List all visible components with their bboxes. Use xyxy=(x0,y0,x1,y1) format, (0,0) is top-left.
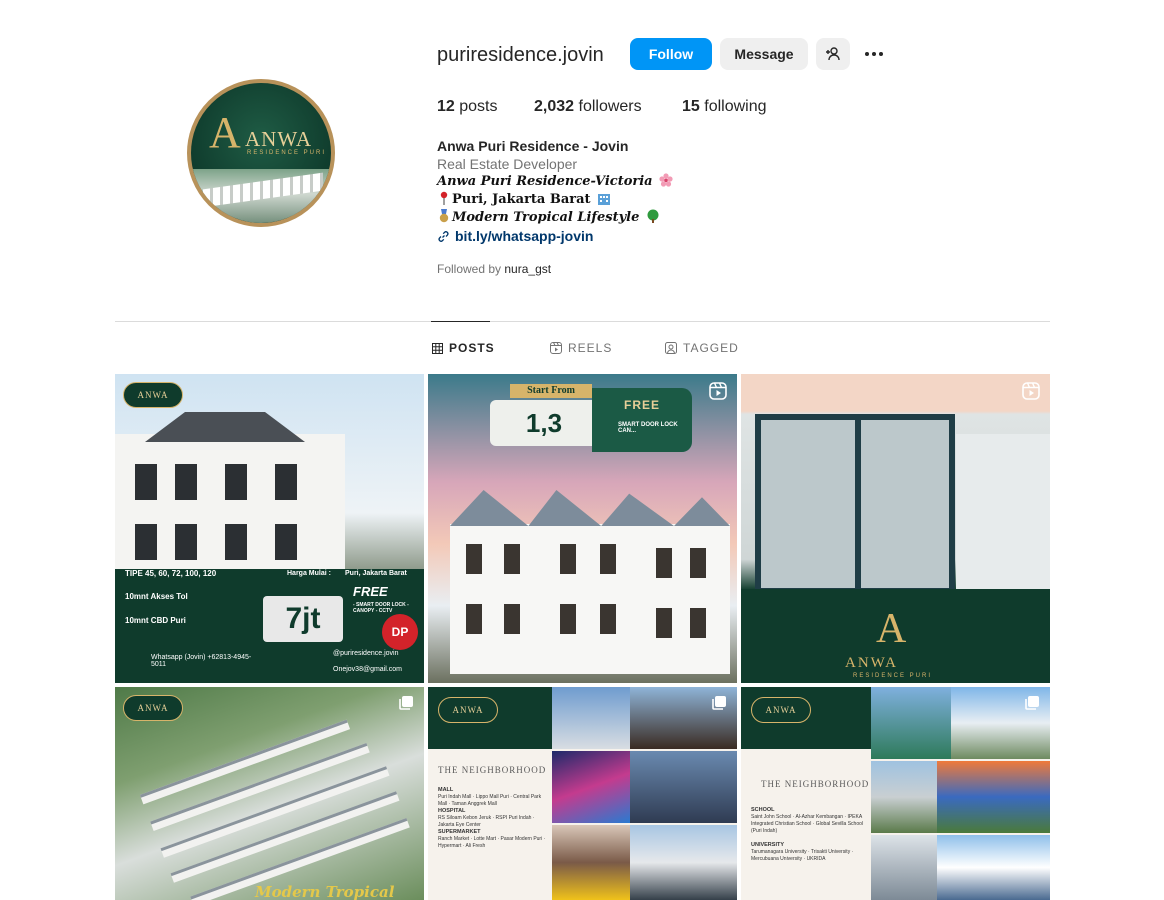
post-tile[interactable]: ANWA TIPE 45, 60, 72, 100, 120 10mnt Aks… xyxy=(115,374,424,683)
avatar-houses-image xyxy=(191,169,331,223)
bio-line-3: Modern Tropical Lifestyle xyxy=(437,209,660,227)
cherry-blossom-icon xyxy=(659,173,673,187)
more-options-button[interactable] xyxy=(860,40,888,68)
post-neighborhood-list: MALL Puri Indah Mall · Lippo Mall Puri ·… xyxy=(438,787,546,849)
tab-reels[interactable]: REELS xyxy=(550,341,612,355)
post-photo xyxy=(630,751,737,823)
posts-count: 12 posts xyxy=(437,98,498,115)
post-price: 1,3 xyxy=(490,400,598,446)
post-photo xyxy=(937,835,1050,900)
avatar-logo: A ANWA RESIDENCE PURI xyxy=(187,79,335,227)
bio-link[interactable]: bit.ly/whatsapp-jovin xyxy=(437,227,593,245)
followers-count[interactable]: 2,032 followers xyxy=(534,98,642,116)
post-email: Onejov38@gmail.com xyxy=(333,666,402,673)
post-neighborhood-list: SCHOOL Saint John School · Al-Azhar Kemb… xyxy=(751,807,864,862)
message-button[interactable]: Message xyxy=(720,38,808,70)
post-toll-text: 10mnt Akses Tol xyxy=(125,592,188,601)
tab-posts[interactable]: POSTS xyxy=(432,341,495,355)
tree-icon xyxy=(647,209,659,223)
post-tile[interactable]: ANWA THE NEIGHBORHOOD SCHOOL Saint John … xyxy=(741,687,1050,900)
post-brand-logo: ANWA xyxy=(123,695,183,721)
post-photo xyxy=(871,687,951,759)
active-tab-indicator xyxy=(431,321,490,322)
profile-avatar[interactable]: A ANWA RESIDENCE PURI xyxy=(187,79,335,227)
building-icon xyxy=(598,194,611,205)
reel-icon xyxy=(709,382,727,400)
followed-by[interactable]: Followed by nura_gst xyxy=(437,262,551,276)
post-cbd-text: 10mnt CBD Puri xyxy=(125,616,186,625)
bio-category: Real Estate Developer xyxy=(437,156,578,172)
post-tile[interactable]: ANWA THE NEIGHBORHOOD MALL Puri Indah Ma… xyxy=(428,687,737,900)
post-house-image xyxy=(115,434,345,584)
post-brand-panel: ANWA xyxy=(741,687,871,749)
post-tile[interactable]: A ANWA RESIDENCE PURI xyxy=(741,374,1050,683)
avatar-logo-sub: RESIDENCE PURI xyxy=(247,150,327,156)
post-neighborhood-title: THE NEIGHBORHOOD xyxy=(438,765,547,775)
bio-name: Anwa Puri Residence - Jovin xyxy=(437,138,629,154)
bio-line-2: Puri, Jakarta Barat xyxy=(437,191,611,209)
grid-icon xyxy=(432,342,443,354)
add-user-icon xyxy=(826,47,840,61)
post-price: 7jt xyxy=(263,596,343,642)
more-options-icon xyxy=(864,52,885,56)
post-harga-label: Harga Mulai : xyxy=(287,570,331,577)
post-brand-panel: ANWA xyxy=(428,687,552,749)
post-type-line: TIPE 45, 60, 72, 100, 120 xyxy=(125,569,217,578)
following-count[interactable]: 15 following xyxy=(682,98,767,116)
tab-tagged[interactable]: TAGGED xyxy=(665,341,739,355)
post-free-panel: FREE SMART DOOR LOCK CAN... xyxy=(592,388,692,452)
post-tile[interactable]: Start From 1,3 FREE SMART DOOR LOCK CAN.… xyxy=(428,374,737,683)
suggest-user-button[interactable] xyxy=(816,38,850,70)
post-photo xyxy=(871,835,937,900)
post-neighborhood-title: THE NEIGHBORHOOD xyxy=(761,779,870,789)
carousel-icon xyxy=(399,696,413,710)
post-brand-panel: A ANWA RESIDENCE PURI xyxy=(741,589,1050,683)
reel-icon xyxy=(1022,382,1040,400)
post-location: Puri, Jakarta Barat xyxy=(345,570,407,577)
tabs-divider xyxy=(115,321,1050,322)
avatar-logo-word: ANWA xyxy=(245,127,312,151)
avatar-logo-letter: A xyxy=(209,108,241,157)
carousel-icon xyxy=(712,696,726,710)
carousel-icon xyxy=(1025,696,1039,710)
medal-icon xyxy=(439,209,449,223)
reels-icon xyxy=(550,342,562,354)
post-photo xyxy=(937,761,1050,833)
follow-button[interactable]: Follow xyxy=(630,38,712,70)
post-free-items: - SMART DOOR LOCK - CANOPY - CCTV xyxy=(353,602,409,614)
post-building-image xyxy=(450,524,730,674)
post-photo xyxy=(871,761,937,833)
post-window-image xyxy=(755,414,955,594)
tagged-icon xyxy=(665,342,677,354)
link-icon xyxy=(438,230,449,242)
post-brand-logo: ANWA xyxy=(751,697,811,723)
profile-username: puriresidence.jovin xyxy=(437,44,604,66)
post-brand-logo: ANWA xyxy=(123,382,183,408)
post-photo xyxy=(630,825,737,900)
bio-line-1: Anwa Puri Residence-Victoria xyxy=(437,173,673,191)
post-brand-logo: ANWA xyxy=(438,697,498,723)
post-whatsapp: Whatsapp (Jovin) +62813-4945-5011 xyxy=(151,654,252,668)
post-tile[interactable]: ANWA Modern Tropical Lifestyle xyxy=(115,687,424,900)
post-photo xyxy=(552,751,630,823)
post-free-label: FREE xyxy=(353,584,388,599)
post-instagram: @puriresidence.jovin xyxy=(333,650,399,657)
post-photo xyxy=(552,687,630,749)
pin-icon xyxy=(440,191,448,205)
post-exterior-image xyxy=(956,434,1050,594)
profile-page: A ANWA RESIDENCE PURI puriresidence.jovi… xyxy=(0,0,1164,900)
post-tanpa-dp-badge: DP xyxy=(382,614,418,650)
post-start-from: Start From xyxy=(510,384,592,398)
post-photo xyxy=(552,825,630,900)
post-slogan: Modern Tropical Lifestyle xyxy=(255,883,395,900)
